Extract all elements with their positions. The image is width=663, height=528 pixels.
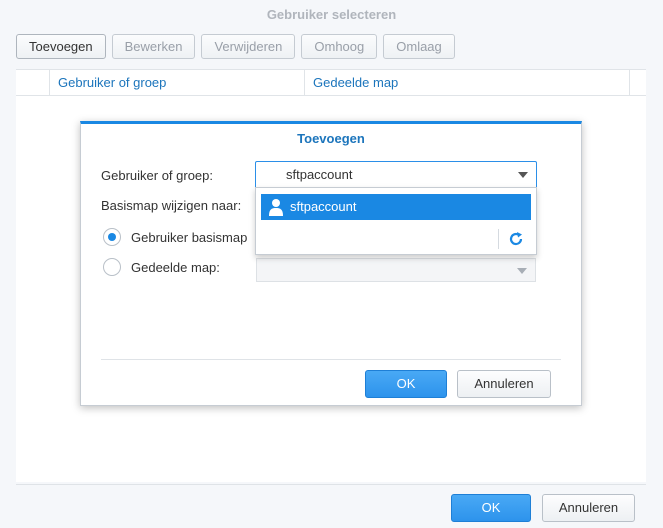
cancel-button[interactable]: Annuleren [542,494,635,522]
radio-user-home[interactable] [103,228,121,246]
edit-button[interactable]: Bewerken [111,34,196,59]
move-down-button[interactable]: Omlaag [383,34,455,59]
ok-button[interactable]: OK [451,494,531,522]
user-icon [269,199,283,216]
dialog-cancel-button[interactable]: Annuleren [457,370,551,398]
dialog-footer-divider [101,359,561,360]
window-title: Gebruiker selecteren [266,7,397,22]
user-or-group-value: sftpaccount [286,167,353,182]
dialog-title: Toevoegen [297,131,365,146]
move-up-button[interactable]: Omhoog [301,34,378,59]
dropdown-footer [256,224,536,254]
delete-button[interactable]: Verwijderen [201,34,296,59]
radio-user-home-label[interactable]: Gebruiker basismap [131,230,247,245]
chevron-down-icon [517,268,527,274]
grid-header-select-column [16,70,50,96]
column-header-shared-folder[interactable]: Gedeelde map [305,70,630,96]
radio-shared-folder-label[interactable]: Gedeelde map: [131,260,220,275]
add-dialog: Toevoegen Gebruiker of groep: sftpaccoun… [80,121,582,406]
basedir-label: Basismap wijzigen naar: [101,198,242,213]
toolbar: Toevoegen Bewerken Verwijderen Omhoog Om… [16,34,455,59]
refresh-icon[interactable] [508,231,524,247]
list-item[interactable]: sftpaccount [261,194,531,220]
shared-folder-combobox [256,258,536,282]
footer-divider [16,484,646,485]
user-or-group-label: Gebruiker of groep: [101,168,214,183]
user-dropdown-list: sftpaccount [255,187,537,255]
dialog-ok-button[interactable]: OK [365,370,447,398]
radio-shared-folder[interactable] [103,258,121,276]
add-button[interactable]: Toevoegen [16,34,106,59]
list-item-label: sftpaccount [290,199,357,214]
chevron-down-icon[interactable] [518,172,528,178]
column-header-user-or-group[interactable]: Gebruiker of groep [50,70,305,96]
grid-header: Gebruiker of groep Gedeelde map [16,69,646,96]
dropdown-footer-separator [498,229,499,249]
user-or-group-combobox[interactable]: sftpaccount [255,161,537,189]
